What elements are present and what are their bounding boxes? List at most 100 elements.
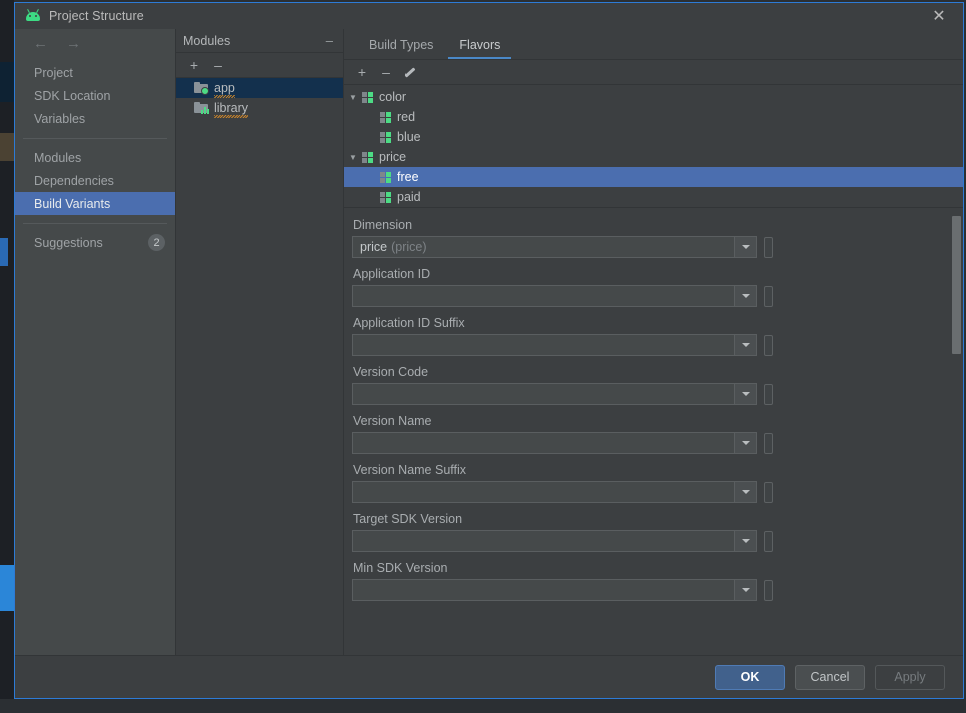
tab-flavors[interactable]: Flavors <box>446 30 513 59</box>
flavor-icon <box>380 191 391 203</box>
build-variants-pane: Build Types Flavors + – ▼ color red blue… <box>344 29 963 655</box>
field-label: Application ID Suffix <box>353 316 465 330</box>
modules-toolbar: + – <box>176 52 343 78</box>
variable-binding-button[interactable] <box>764 236 773 258</box>
flavor-dimension-icon <box>362 91 373 103</box>
tree-row-label: price <box>379 150 407 164</box>
tab-build-types[interactable]: Build Types <box>356 30 446 59</box>
backdrop-accent-1 <box>0 62 14 102</box>
tree-row-label: blue <box>397 130 421 144</box>
tree-row-blue[interactable]: blue <box>344 127 963 147</box>
project-structure-dialog: Project Structure ✕ ← → Project SDK Loca… <box>14 2 964 699</box>
sidebar-item-build-variants[interactable]: Build Variants <box>15 192 175 215</box>
chevron-down-icon[interactable]: ▼ <box>344 153 362 162</box>
tree-row-label: paid <box>397 190 421 204</box>
add-flavor-button[interactable]: + <box>353 63 371 81</box>
dimension-input[interactable]: price (price) <box>352 236 757 258</box>
version-code-input[interactable] <box>352 383 757 405</box>
chevron-down-icon[interactable]: ▼ <box>344 93 362 102</box>
tree-row-red[interactable]: red <box>344 107 963 127</box>
ok-button[interactable]: OK <box>715 664 785 690</box>
sidebar-item-label: Modules <box>34 150 82 165</box>
field-version-name-suffix: Version Name Suffix <box>352 463 963 503</box>
chevron-down-icon[interactable] <box>734 531 756 551</box>
android-robot-icon <box>25 8 41 23</box>
min-sdk-version-input[interactable] <box>352 579 757 601</box>
field-label: Min SDK Version <box>353 561 448 575</box>
sidebar-item-modules[interactable]: Modules <box>15 146 175 169</box>
variable-binding-button[interactable] <box>764 334 773 356</box>
tree-row-color[interactable]: ▼ color <box>344 87 963 107</box>
flavor-dimension-icon <box>362 151 373 163</box>
chevron-down-icon[interactable] <box>734 335 756 355</box>
chevron-down-icon[interactable] <box>734 482 756 502</box>
modules-panel: Modules – + – app library <box>176 29 344 655</box>
collapse-panel-icon[interactable]: – <box>324 34 335 47</box>
back-arrow-icon[interactable]: ← <box>33 36 48 51</box>
edit-pencil-icon[interactable] <box>401 63 419 81</box>
remove-module-button[interactable]: – <box>209 56 227 74</box>
variable-binding-button[interactable] <box>764 530 773 552</box>
form-scrollbar-thumb[interactable] <box>952 216 961 354</box>
sidebar-item-label: Variables <box>34 111 86 126</box>
chevron-down-icon[interactable] <box>734 286 756 306</box>
pane-tabs: Build Types Flavors <box>344 29 963 60</box>
application-id-suffix-input[interactable] <box>352 334 757 356</box>
dialog-title: Project Structure <box>49 9 144 23</box>
target-sdk-version-input[interactable] <box>352 530 757 552</box>
tree-row-price[interactable]: ▼ price <box>344 147 963 167</box>
sidebar-item-label: Suggestions <box>34 235 103 250</box>
variable-binding-button[interactable] <box>764 481 773 503</box>
add-module-button[interactable]: + <box>185 56 203 74</box>
apply-button: Apply <box>875 664 945 690</box>
form-scrollbar[interactable] <box>952 210 961 653</box>
sidebar-item-dependencies[interactable]: Dependencies <box>15 169 175 192</box>
sidebar-divider <box>23 223 167 224</box>
field-label: Dimension <box>353 218 413 232</box>
field-target-sdk-version: Target SDK Version <box>352 512 963 552</box>
sidebar-item-sdk-location[interactable]: SDK Location <box>15 84 175 107</box>
module-item-library[interactable]: library <box>176 98 343 118</box>
field-label: Target SDK Version <box>353 512 463 526</box>
chevron-down-icon[interactable] <box>734 433 756 453</box>
sidebar-item-project[interactable]: Project <box>15 61 175 84</box>
flavor-icon <box>380 171 391 183</box>
dialog-titlebar: Project Structure ✕ <box>15 3 963 29</box>
sidebar-item-variables[interactable]: Variables <box>15 107 175 130</box>
sidebar-item-label: Build Variants <box>34 196 111 211</box>
modules-panel-header: Modules – <box>176 29 343 52</box>
sidebar-divider <box>23 138 167 139</box>
backdrop-accent-2 <box>0 133 14 161</box>
chevron-down-icon[interactable] <box>734 580 756 600</box>
application-id-input[interactable] <box>352 285 757 307</box>
field-version-code: Version Code <box>352 365 963 405</box>
remove-flavor-button[interactable]: – <box>377 63 395 81</box>
field-label: Version Code <box>353 365 429 379</box>
chevron-down-icon[interactable] <box>734 384 756 404</box>
field-label: Version Name <box>353 414 432 428</box>
module-item-app[interactable]: app <box>176 78 343 98</box>
tree-row-label: red <box>397 110 416 124</box>
sidebar: ← → Project SDK Location Variables Modul… <box>15 29 176 655</box>
folder-bar-chart-icon <box>194 102 209 114</box>
forward-arrow-icon[interactable]: → <box>66 36 81 51</box>
modules-list: app library <box>176 78 343 655</box>
version-name-suffix-input[interactable] <box>352 481 757 503</box>
cancel-button[interactable]: Cancel <box>795 664 865 690</box>
sidebar-item-suggestions[interactable]: Suggestions 2 <box>15 231 175 254</box>
variable-binding-button[interactable] <box>764 432 773 454</box>
variable-binding-button[interactable] <box>764 579 773 601</box>
version-name-input[interactable] <box>352 432 757 454</box>
flavor-icon <box>380 111 391 123</box>
close-icon[interactable]: ✕ <box>929 6 949 26</box>
tree-row-paid[interactable]: paid <box>344 187 963 207</box>
variable-binding-button[interactable] <box>764 285 773 307</box>
chevron-down-icon[interactable] <box>734 237 756 257</box>
tree-row-free[interactable]: free <box>344 167 963 187</box>
dialog-body: ← → Project SDK Location Variables Modul… <box>15 29 963 655</box>
form-fields: Dimension price (price) Application ID A… <box>344 208 963 655</box>
field-label: Application ID <box>353 267 431 281</box>
field-version-name: Version Name <box>352 414 963 454</box>
variable-binding-button[interactable] <box>764 383 773 405</box>
flavor-properties-form: Dimension price (price) Application ID A… <box>344 207 963 655</box>
